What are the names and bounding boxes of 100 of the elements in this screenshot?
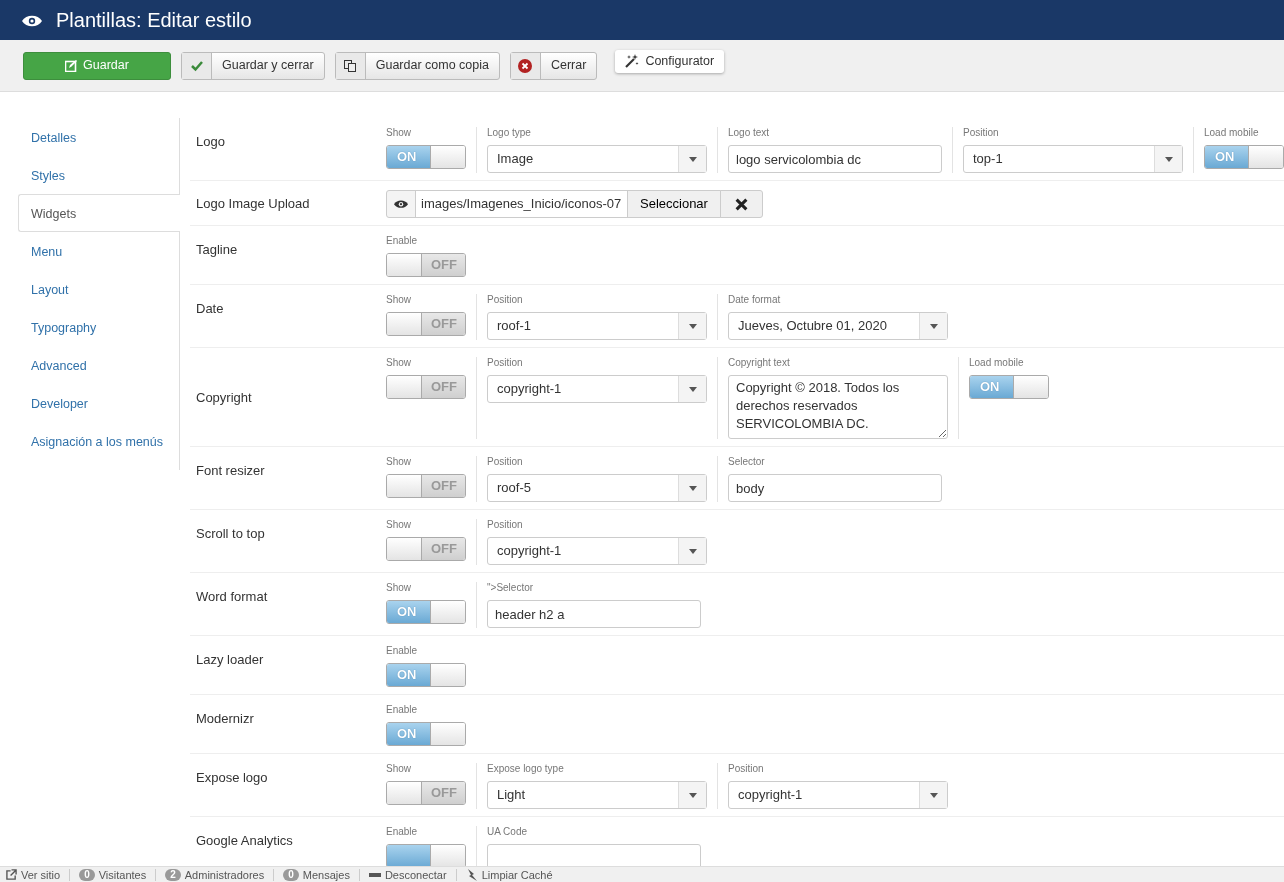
save-copy-button[interactable]: Guardar como copia xyxy=(334,51,500,80)
sidebar-tab[interactable]: Detalles xyxy=(18,118,180,156)
field-label: Word format xyxy=(195,588,269,606)
sidebar-tab[interactable]: Advanced xyxy=(18,346,180,384)
status-link[interactable]: Ver sitio xyxy=(21,868,61,881)
dropdown[interactable]: roof-5 xyxy=(487,474,707,502)
caret-icon xyxy=(688,156,697,162)
caret-icon xyxy=(688,485,697,491)
path-field[interactable]: images/Imagenes_Inicio/iconos-07 xyxy=(415,190,628,218)
field-caption: Enable xyxy=(386,235,419,247)
sidebar-tab[interactable]: Layout xyxy=(18,270,180,308)
status-link[interactable]: Limpiar Caché xyxy=(481,868,553,881)
eye-icon xyxy=(22,14,42,27)
field-label: Expose logo xyxy=(195,769,269,787)
toggle-switch[interactable] xyxy=(386,844,466,866)
field-caption: Copyright text xyxy=(728,357,791,369)
status-link[interactable]: Desconectar xyxy=(384,868,447,881)
clear-button[interactable] xyxy=(719,190,763,218)
field-label: Google Analytics xyxy=(195,832,294,850)
field-caption: Logo type xyxy=(487,127,532,139)
field-label: Tagline xyxy=(195,241,239,259)
status-label: Administradores xyxy=(184,868,265,881)
dropdown[interactable]: Jueves, Octubre 01, 2020 xyxy=(728,312,948,340)
status-label: Mensajes xyxy=(302,868,350,881)
field-label: Modernizr xyxy=(195,710,255,728)
count-badge: 0 xyxy=(283,868,299,881)
sidebar-tab[interactable]: Developer xyxy=(18,384,180,422)
lightning-icon xyxy=(465,868,478,881)
close-icon xyxy=(734,197,748,211)
sidebar-tab[interactable]: Styles xyxy=(18,156,180,194)
preview-button[interactable] xyxy=(386,190,416,218)
field-caption: Position xyxy=(487,519,524,531)
field-caption: Show xyxy=(386,294,412,306)
close-button[interactable]: Cerrar xyxy=(509,51,598,80)
field-label: Font resizer xyxy=(195,462,266,480)
field-caption: ">Selector xyxy=(487,582,535,594)
text-field[interactable]: body xyxy=(728,474,942,502)
field-caption: Position xyxy=(487,456,524,468)
field-caption: Selector xyxy=(728,456,766,468)
dropdown[interactable]: Light xyxy=(487,781,707,809)
field-caption: Show xyxy=(386,763,412,775)
field-caption: Expose logo type xyxy=(487,763,565,775)
caret-icon xyxy=(1164,156,1173,162)
dropdown[interactable]: copyright-1 xyxy=(728,781,948,809)
field-label: Scroll to top xyxy=(195,525,266,543)
field-label: Logo Image Upload xyxy=(195,195,311,214)
sidebar-tab[interactable]: Menu xyxy=(18,232,180,270)
field-caption: Position xyxy=(728,763,765,775)
field-label: Copyright xyxy=(195,389,253,408)
sidebar-tab[interactable]: Asignación a los menús xyxy=(18,422,180,460)
caret-icon xyxy=(688,386,697,392)
count-badge: 0 xyxy=(79,868,95,881)
field-caption: Enable xyxy=(386,826,419,838)
dropdown[interactable]: top-1 xyxy=(963,145,1183,173)
close-icon xyxy=(518,58,533,73)
external-link-icon xyxy=(6,869,17,880)
configurator-button[interactable]: Configurator xyxy=(615,49,725,73)
status-label: Visitantes xyxy=(98,868,147,881)
caret-icon xyxy=(688,548,697,554)
eye-icon xyxy=(394,199,408,209)
field-label: Date xyxy=(195,300,225,318)
count-badge: 2 xyxy=(165,868,181,881)
minus-icon xyxy=(368,871,381,878)
caret-icon xyxy=(929,323,938,329)
field-caption: Logo text xyxy=(728,127,771,139)
dropdown[interactable]: copyright-1 xyxy=(487,375,707,403)
field-caption: Show xyxy=(386,357,412,369)
field-caption: Position xyxy=(487,294,524,306)
field-caption: Load mobile xyxy=(969,357,1025,369)
sidebar-tab[interactable]: Widgets xyxy=(18,194,180,232)
dropdown[interactable]: roof-1 xyxy=(487,312,707,340)
caret-icon xyxy=(929,792,938,798)
caret-icon xyxy=(688,323,697,329)
caret-icon xyxy=(688,792,697,798)
copy-icon xyxy=(344,59,357,72)
field-caption: Show xyxy=(386,582,412,594)
field-caption: Show xyxy=(386,519,412,531)
check-icon xyxy=(190,59,203,72)
field-label: Lazy loader xyxy=(195,651,265,669)
field-caption: Show xyxy=(386,456,412,468)
magic-wand-icon xyxy=(625,54,640,68)
field-caption: UA Code xyxy=(487,826,529,838)
dropdown[interactable]: copyright-1 xyxy=(487,537,707,565)
dropdown[interactable]: Image xyxy=(487,145,707,173)
field-caption: Enable xyxy=(386,704,419,716)
text-field[interactable]: header h2 a xyxy=(487,600,701,628)
field-caption: Position xyxy=(487,357,524,369)
text-field[interactable] xyxy=(487,844,701,866)
text-field[interactable]: logo servicolombia dc xyxy=(728,145,942,173)
field-caption: Show xyxy=(386,127,412,139)
field-caption: Position xyxy=(963,127,1000,139)
save-close-button[interactable]: Guardar y cerrar xyxy=(181,51,325,80)
select-button[interactable]: Seleccionar xyxy=(627,190,721,218)
field-caption: Date format xyxy=(728,294,782,306)
text-area[interactable]: Copyright © 2018. Todos los derechos reservados SERVICOLOMBIA DC. xyxy=(728,375,948,439)
sidebar-tab[interactable]: Typography xyxy=(18,308,180,346)
field-label: Logo xyxy=(195,133,226,151)
page-title: Plantillas: Editar estilo xyxy=(56,8,252,33)
field-caption: Enable xyxy=(386,645,419,657)
field-caption: Load mobile xyxy=(1204,127,1260,139)
